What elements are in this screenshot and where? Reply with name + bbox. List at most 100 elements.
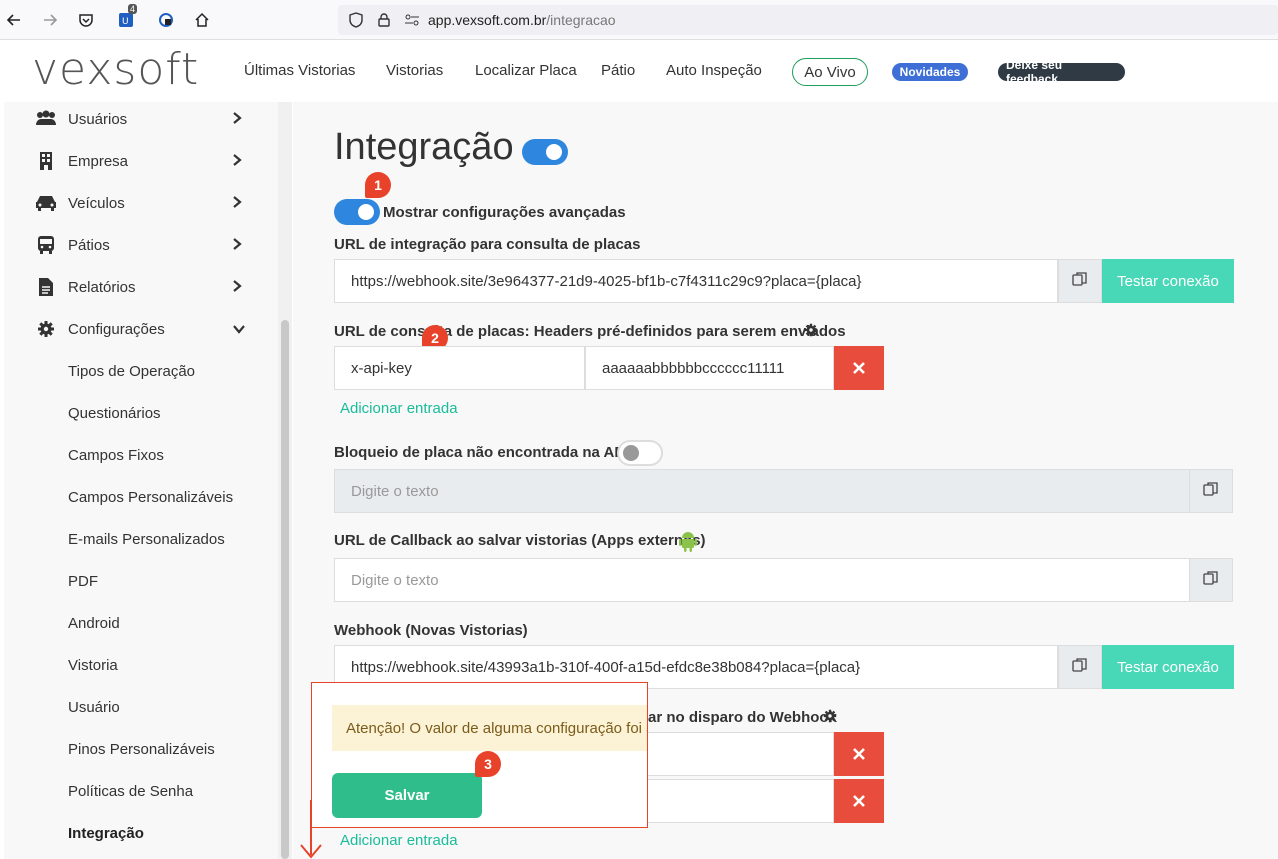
close-icon [853, 791, 865, 812]
block-plate-input: Digite o texto [334, 469, 1190, 513]
car-icon [34, 191, 58, 215]
headers-label: URL de consulta de placas: Headers pré-d… [334, 323, 846, 340]
svg-text:U: U [122, 17, 129, 27]
sidebar-sub-tipos-operacao[interactable]: Tipos de Operação [68, 363, 195, 380]
block-plate-toggle[interactable] [617, 440, 663, 466]
nav-vistorias[interactable]: Vistorias [386, 62, 443, 79]
copy-icon [1203, 481, 1219, 502]
chevron-down-icon [232, 321, 246, 337]
copy-icon [1072, 271, 1088, 292]
copy-button[interactable] [1189, 469, 1233, 513]
sidebar-item-empresa[interactable]: Empresa [4, 140, 280, 182]
android-icon [678, 530, 698, 557]
sidebar-sub-integracao[interactable]: Integração [68, 825, 144, 842]
extension-lock-icon[interactable] [154, 8, 178, 32]
header-value-input[interactable]: aaaaaabbbbbbcccccc11111 [585, 346, 834, 390]
block-plate-label: Bloqueio de placa não encontrada na API [334, 444, 629, 461]
copy-button[interactable] [1058, 645, 1102, 689]
nav-patio[interactable]: Pátio [601, 62, 635, 79]
scroll-down-arrow-icon [300, 800, 322, 859]
nav-auto-inspecao[interactable]: Auto Inspeção [666, 62, 762, 79]
url-path: /integracao [546, 12, 616, 28]
gear-icon [34, 317, 58, 341]
chevron-right-icon [232, 153, 242, 170]
browser-toolbar: U 4 app.vexsoft.com.br/integracao [0, 0, 1278, 40]
copy-button[interactable] [1189, 558, 1233, 602]
novidades-badge[interactable]: Novidades [892, 63, 968, 81]
permissions-icon[interactable] [402, 10, 422, 30]
sidebar-sub-campos-personalizaveis[interactable]: Campos Personalizáveis [68, 489, 233, 506]
sidebar-sub-politicas-senha[interactable]: Políticas de Senha [68, 783, 193, 800]
url-host: app.vexsoft.com.br [428, 12, 547, 28]
sidebar-item-relatorios[interactable]: Relatórios [4, 266, 280, 308]
sidebar-item-label: Empresa [68, 152, 129, 170]
nav-localizar-placa[interactable]: Localizar Placa [475, 62, 577, 79]
home-icon[interactable] [190, 8, 214, 32]
users-icon [34, 107, 58, 131]
forward-arrow-icon[interactable] [38, 8, 62, 32]
step-marker-3: 3 [475, 751, 501, 777]
delete-header-button[interactable] [834, 346, 884, 390]
sidebar-sub-pdf[interactable]: PDF [68, 573, 98, 590]
logo-text-right: soft [113, 44, 200, 95]
chevron-right-icon [232, 279, 242, 296]
chevron-right-icon [232, 237, 242, 254]
back-arrow-icon[interactable] [2, 8, 26, 32]
building-icon [34, 149, 58, 173]
test-connection-button[interactable]: Testar conexão [1102, 259, 1234, 303]
sidebar-item-label: Pátios [68, 236, 110, 254]
sidebar-sub-android[interactable]: Android [68, 615, 120, 632]
close-icon [853, 744, 865, 765]
sidebar-scrollbar-thumb[interactable] [281, 320, 289, 859]
sidebar-sub-campos-fixos[interactable]: Campos Fixos [68, 447, 164, 464]
gear-icon[interactable] [804, 323, 818, 342]
extension-badge: 4 [128, 4, 138, 14]
feedback-badge[interactable]: Deixe seu feedback [998, 58, 1125, 86]
nav-ultimas-vistorias[interactable]: Últimas Vistorias [244, 62, 355, 79]
address-bar[interactable]: app.vexsoft.com.br/integracao [338, 5, 1278, 35]
sidebar-sub-vistoria[interactable]: Vistoria [68, 657, 118, 674]
extension-shield-icon[interactable]: U 4 [114, 4, 138, 32]
lock-icon[interactable] [374, 10, 394, 30]
close-icon [853, 358, 865, 379]
callback-url-input[interactable]: Digite o texto [334, 558, 1190, 602]
sidebar-item-label: Configurações [68, 320, 165, 338]
integration-url-input[interactable]: https://webhook.site/3e964377-21d9-4025-… [334, 259, 1058, 303]
chevron-right-icon [232, 111, 242, 128]
sidebar-sub-pinos-personalizaveis[interactable]: Pinos Personalizáveis [68, 741, 215, 758]
sidebar: Usuários Empresa Veículos Pátios Relatór… [4, 102, 292, 859]
copy-button[interactable] [1058, 259, 1102, 303]
save-button[interactable]: Salvar [332, 773, 482, 818]
copy-icon [1072, 657, 1088, 678]
bus-icon [34, 233, 58, 257]
tracking-shield-icon[interactable] [346, 10, 366, 30]
placeholder-text: Digite o texto [351, 482, 439, 500]
sidebar-item-configuracoes[interactable]: Configurações [4, 308, 280, 350]
step-marker-1: 1 [365, 172, 391, 198]
delete-header-button[interactable] [834, 732, 884, 776]
pocket-icon[interactable] [74, 8, 98, 32]
sidebar-item-label: Usuários [68, 110, 128, 128]
webhook-label: Webhook (Novas Vistorias) [334, 622, 528, 639]
sidebar-sub-emails-personalizados[interactable]: E-mails Personalizados [68, 531, 225, 548]
title-toggle[interactable] [522, 139, 568, 165]
sidebar-item-patios[interactable]: Pátios [4, 224, 280, 266]
delete-header-button[interactable] [834, 779, 884, 823]
copy-icon [1203, 570, 1219, 591]
add-entry-link[interactable]: Adicionar entrada [340, 832, 458, 849]
warning-alert: Atenção! O valor de alguma configuração … [332, 705, 647, 751]
integration-url-label: URL de integração para consulta de placa… [334, 236, 641, 253]
advanced-settings-label: Mostrar configurações avançadas [383, 204, 626, 221]
add-entry-link[interactable]: Adicionar entrada [340, 400, 458, 417]
ao-vivo-button[interactable]: Ao Vivo [792, 58, 868, 86]
sidebar-sub-usuario[interactable]: Usuário [68, 699, 120, 716]
sidebar-item-label: Relatórios [68, 278, 136, 296]
sidebar-sub-questionarios[interactable]: Questionários [68, 405, 161, 422]
advanced-settings-toggle[interactable] [334, 199, 380, 225]
sidebar-item-veiculos[interactable]: Veículos [4, 182, 280, 224]
gear-icon[interactable] [823, 709, 837, 728]
sidebar-item-usuarios[interactable]: Usuários [4, 98, 280, 140]
test-connection-button[interactable]: Testar conexão [1102, 645, 1234, 689]
header-key-input[interactable]: x-api-key [334, 346, 585, 390]
vexsoft-logo[interactable]: vexsoft [32, 44, 199, 95]
